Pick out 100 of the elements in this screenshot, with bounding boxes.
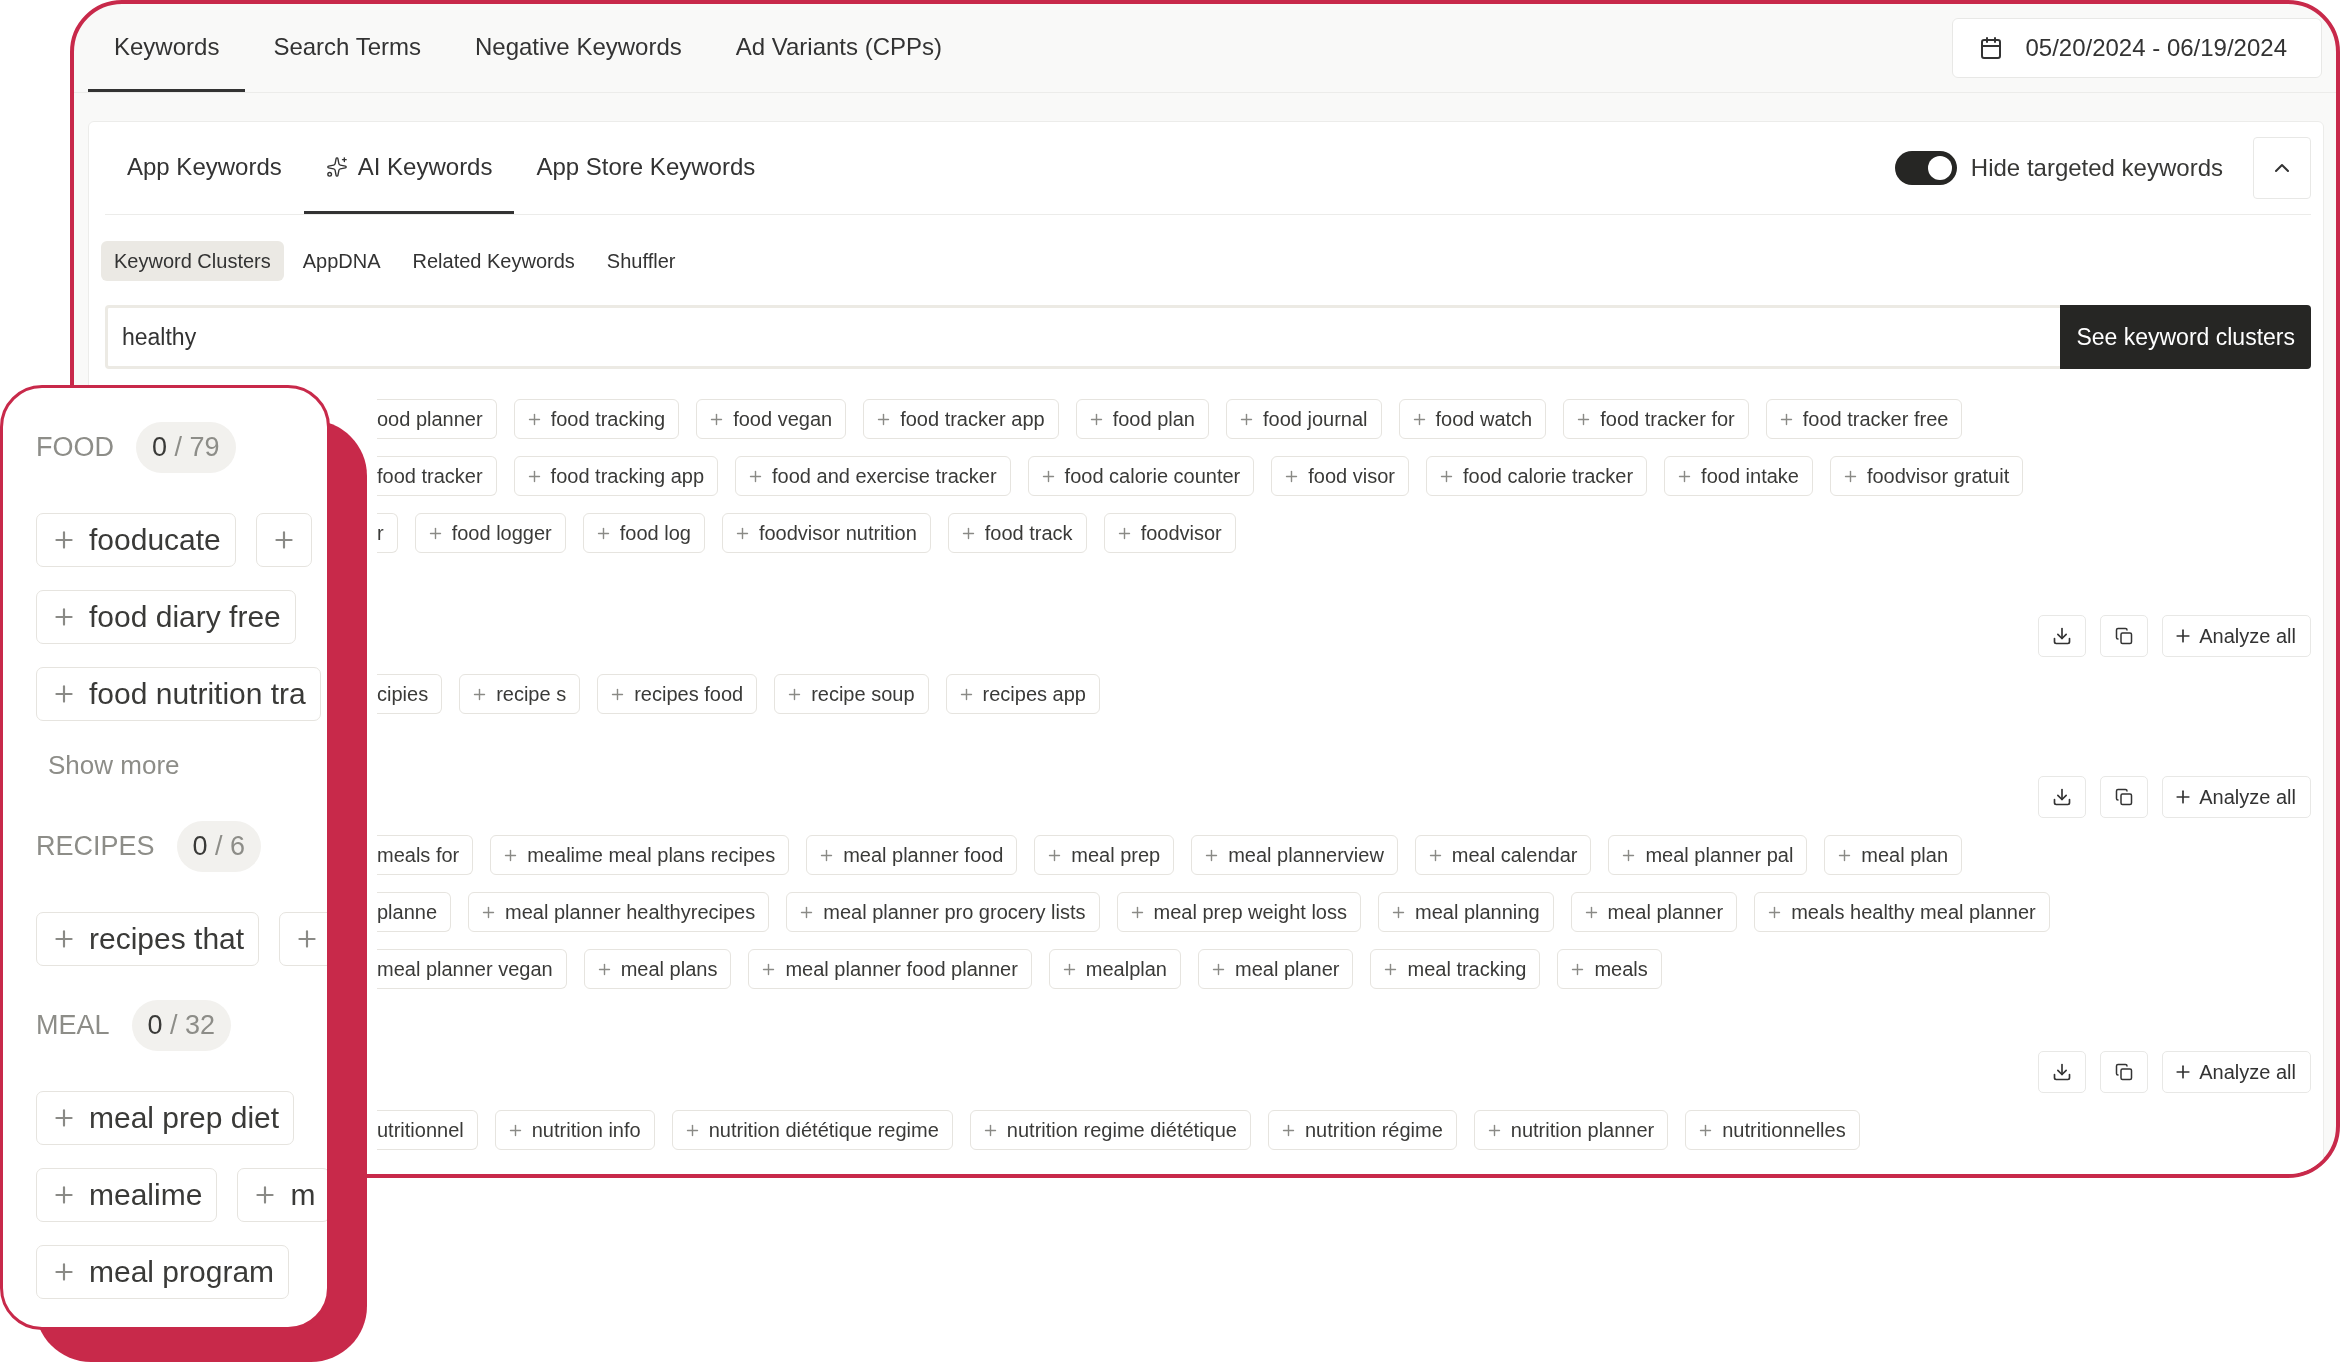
keyword-chip[interactable]: nutrition info xyxy=(494,1110,655,1150)
keyword-chip[interactable]: food watch xyxy=(1398,399,1547,439)
keyword-chip[interactable]: food log xyxy=(582,513,705,553)
pill-tab[interactable]: Shuffler xyxy=(593,241,689,281)
see-clusters-button[interactable]: See keyword clusters xyxy=(2060,305,2311,369)
keyword-chip[interactable]: meal planner food xyxy=(806,835,1018,875)
keyword-chip[interactable]: food tracker xyxy=(377,456,497,496)
keyword-chip[interactable]: food journal xyxy=(1226,399,1382,439)
keyword-chip[interactable]: meal prep xyxy=(1034,835,1175,875)
pill-tab[interactable]: Related Keywords xyxy=(399,241,588,281)
keyword-chip[interactable]: nutrition regime diététique xyxy=(969,1110,1251,1150)
keyword-chip[interactable]: recipes that xyxy=(36,912,260,966)
keyword-chip[interactable]: cipies xyxy=(377,674,443,714)
analyze-all-button[interactable]: Analyze all xyxy=(2162,1051,2311,1093)
keyword-chip[interactable]: nutrition planner xyxy=(1473,1110,1669,1150)
search-field[interactable]: healthy xyxy=(105,305,2061,369)
keyword-chip[interactable]: recipe soup xyxy=(774,674,929,714)
toggle-switch[interactable] xyxy=(1894,151,1957,185)
keyword-chip[interactable]: meal prep weight loss xyxy=(1116,892,1361,932)
keyword-chip[interactable]: fooducate xyxy=(36,513,236,567)
keyword-chip[interactable]: food calorie tracker xyxy=(1426,456,1648,496)
keyword-chip[interactable]: recipes app xyxy=(945,674,1100,714)
cluster-name: FOOD xyxy=(36,432,114,463)
copy-button[interactable] xyxy=(2100,615,2149,657)
keyword-chip[interactable]: nutrition régime xyxy=(1267,1110,1457,1150)
top-tab[interactable]: Search Terms xyxy=(247,4,447,92)
keyword-chip[interactable]: meal plannerview xyxy=(1191,835,1398,875)
keyword-chip[interactable]: recipes food xyxy=(597,674,758,714)
pill-tab[interactable]: AppDNA xyxy=(289,241,394,281)
top-tab[interactable]: Keywords xyxy=(88,4,246,92)
analyze-all-button[interactable]: Analyze all xyxy=(2162,776,2311,818)
top-tab[interactable]: Ad Variants (CPPs) xyxy=(709,4,969,92)
keyword-chip[interactable]: food and exercise tracker xyxy=(735,456,1011,496)
keyword-chip[interactable]: utritionnel xyxy=(377,1110,478,1150)
keyword-chip[interactable]: meal plan xyxy=(1824,835,1963,875)
keyword-chip[interactable]: recipe s xyxy=(459,674,581,714)
keyword-chip[interactable]: food nutrition tra xyxy=(36,667,321,721)
copy-icon xyxy=(2115,627,2134,645)
keyword-chip[interactable]: planne xyxy=(377,892,452,932)
download-icon xyxy=(2052,787,2073,807)
date-range-button[interactable]: 05/20/2024 - 06/19/2024 xyxy=(1952,18,2322,78)
keyword-chip[interactable]: meal planning xyxy=(1378,892,1554,932)
sub-tab[interactable]: AI Keywords xyxy=(303,122,515,214)
download-icon xyxy=(2052,626,2073,646)
keyword-chip[interactable]: food plan xyxy=(1075,399,1209,439)
keyword-chip[interactable]: food tracker for xyxy=(1563,399,1749,439)
download-button[interactable] xyxy=(2038,776,2087,818)
keyword-chip[interactable]: foodvisor nutrition xyxy=(721,513,931,553)
keyword-chip[interactable]: food calorie counter xyxy=(1027,456,1255,496)
download-button[interactable] xyxy=(2038,1051,2087,1093)
keyword-chip[interactable]: meal planner pro grocery lists xyxy=(786,892,1100,932)
keyword-chip[interactable]: food track xyxy=(947,513,1087,553)
keyword-chip[interactable]: meal plans xyxy=(583,949,732,989)
keyword-chip[interactable]: meal calendar xyxy=(1414,835,1592,875)
copy-icon xyxy=(2115,1063,2134,1081)
keyword-chip[interactable]: food tracking app xyxy=(513,456,719,496)
download-icon xyxy=(2052,1062,2073,1082)
keyword-chip[interactable]: food diary free xyxy=(36,590,296,644)
keyword-chip[interactable]: nutritionnelles xyxy=(1685,1110,1860,1150)
keyword-chip[interactable]: food intake xyxy=(1664,456,1813,496)
keyword-chip[interactable]: food visor xyxy=(1271,456,1409,496)
top-tab[interactable]: Negative Keywords xyxy=(449,4,708,92)
keyword-chip[interactable]: mealime meal plans recipes xyxy=(490,835,790,875)
keyword-chip[interactable]: food tracker free xyxy=(1765,399,1963,439)
keyword-chip[interactable]: foodvisor xyxy=(1103,513,1236,553)
calendar-icon xyxy=(1979,36,2004,60)
copy-button[interactable] xyxy=(2100,1051,2149,1093)
keyword-chip[interactable]: meals for xyxy=(377,835,474,875)
keyword-chip[interactable]: m xyxy=(237,1168,327,1222)
keyword-chip[interactable]: food logger xyxy=(414,513,566,553)
keyword-chip[interactable]: ood planner xyxy=(377,399,497,439)
keyword-chip[interactable]: meal planner healthyrecipes xyxy=(468,892,770,932)
keyword-chip[interactable]: foodvisor gratuit xyxy=(1829,456,2024,496)
keyword-chip[interactable]: meal planner vegan xyxy=(377,949,567,989)
pill-tab[interactable]: Keyword Clusters xyxy=(101,241,284,281)
keyword-chip[interactable]: nutrition diététique regime xyxy=(671,1110,953,1150)
keyword-chip[interactable]: meal planer xyxy=(1197,949,1354,989)
copy-icon xyxy=(2115,788,2134,806)
keyword-chip[interactable]: meals healthy meal planner xyxy=(1754,892,2050,932)
analyze-all-button[interactable]: Analyze all xyxy=(2162,615,2311,657)
keyword-chip[interactable]: food tracker app xyxy=(863,399,1059,439)
keyword-chip[interactable]: meal prep diet xyxy=(36,1091,295,1145)
keyword-chip[interactable]: food vegan xyxy=(696,399,847,439)
keyword-chip[interactable]: meals xyxy=(1557,949,1662,989)
keyword-chip[interactable]: r xyxy=(377,513,398,553)
keyword-chip[interactable]: food tracking xyxy=(513,399,680,439)
keyword-chip[interactable]: meal tracking xyxy=(1370,949,1541,989)
toggle-label: Hide targeted keywords xyxy=(1970,154,2223,182)
keyword-chip[interactable]: meal planner food planner xyxy=(748,949,1032,989)
keyword-chip[interactable]: meal planner xyxy=(1570,892,1738,932)
sub-tab[interactable]: App Store Keywords xyxy=(514,122,778,214)
cluster-name: MEAL xyxy=(36,1010,110,1041)
download-button[interactable] xyxy=(2038,615,2087,657)
copy-button[interactable] xyxy=(2100,776,2149,818)
keyword-chip[interactable]: mealime xyxy=(36,1168,218,1222)
keyword-chip[interactable]: meal planner pal xyxy=(1608,835,1808,875)
sub-tab[interactable]: App Keywords xyxy=(105,122,304,214)
keyword-chip[interactable] xyxy=(279,912,327,966)
keyword-chip[interactable]: mealplan xyxy=(1048,949,1181,989)
keyword-chip[interactable]: meal program xyxy=(36,1245,290,1299)
